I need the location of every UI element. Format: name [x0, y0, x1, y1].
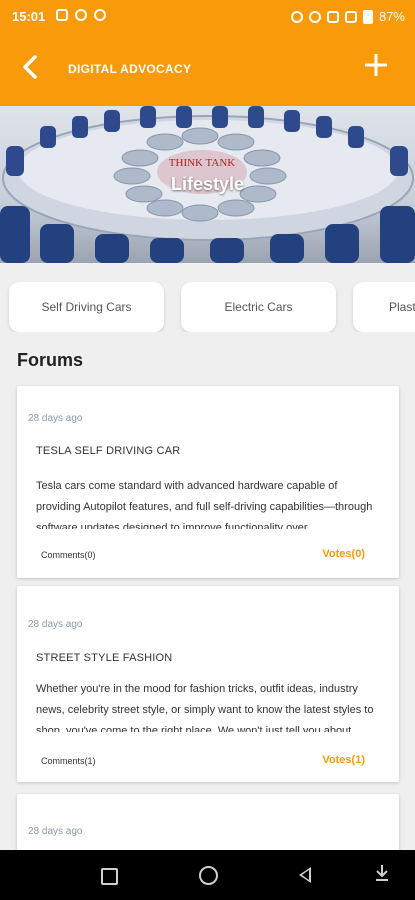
app-bar: DIGITAL ADVOCACY	[0, 34, 415, 106]
banner-label: Lifestyle	[170, 174, 245, 194]
battery-level: 87%	[378, 9, 405, 24]
category-banner: THINK TANK Lifestyle	[0, 106, 415, 263]
image-icon	[56, 9, 68, 21]
add-icon[interactable]	[363, 48, 389, 84]
notification-icon	[75, 9, 87, 21]
wifi-icon	[326, 10, 339, 23]
back-arrow-icon[interactable]	[22, 54, 38, 86]
forum-description: Whether you're in the mood for fashion t…	[36, 683, 374, 732]
signal-icon	[344, 10, 357, 23]
headphones-icon	[308, 10, 321, 23]
comments-button[interactable]: Comments(0)	[41, 550, 96, 560]
home-icon[interactable]	[199, 866, 218, 885]
download-icon[interactable]	[375, 864, 389, 885]
recents-icon[interactable]	[101, 868, 118, 885]
forum-date: 28 days ago	[28, 619, 83, 630]
system-nav-bar	[0, 850, 415, 900]
think-tank-text: THINK TANK	[169, 157, 235, 169]
status-time: 15:01	[12, 9, 46, 24]
forum-date: 28 days ago	[28, 413, 83, 424]
category-list: Self Driving Cars Electric Cars Plast	[0, 282, 415, 332]
forum-title: TESLA SELF DRIVING CAR	[36, 445, 181, 457]
section-title: Forums	[17, 350, 84, 370]
forum-title: STREET STYLE FASHION	[36, 652, 173, 664]
forum-description: Tesla cars come standard with advanced h…	[36, 480, 373, 529]
category-chip[interactable]: Electric Cars	[181, 282, 336, 332]
votes-button[interactable]: Votes(1)	[322, 754, 365, 766]
forum-card[interactable]: 28 days ago TESLA SELF DRIVING CAR Tesla…	[17, 386, 399, 578]
app-icon	[94, 9, 106, 21]
category-chip[interactable]: Plast	[353, 282, 415, 332]
alarm-icon	[290, 10, 303, 23]
category-chip[interactable]: Self Driving Cars	[9, 282, 164, 332]
battery-icon	[362, 9, 373, 24]
status-bar: 15:01 87%	[0, 0, 415, 34]
system-icons: 87%	[290, 9, 405, 24]
forum-card[interactable]: 28 days ago STREET STYLE FASHION Whether…	[17, 586, 399, 782]
forum-card[interactable]: 28 days ago	[17, 794, 399, 850]
forum-date: 28 days ago	[28, 826, 83, 837]
comments-button[interactable]: Comments(1)	[41, 756, 96, 766]
votes-button[interactable]: Votes(0)	[322, 548, 365, 560]
back-icon[interactable]	[299, 867, 311, 883]
notification-icons	[56, 9, 106, 21]
page-title: DIGITAL ADVOCACY	[68, 62, 192, 76]
